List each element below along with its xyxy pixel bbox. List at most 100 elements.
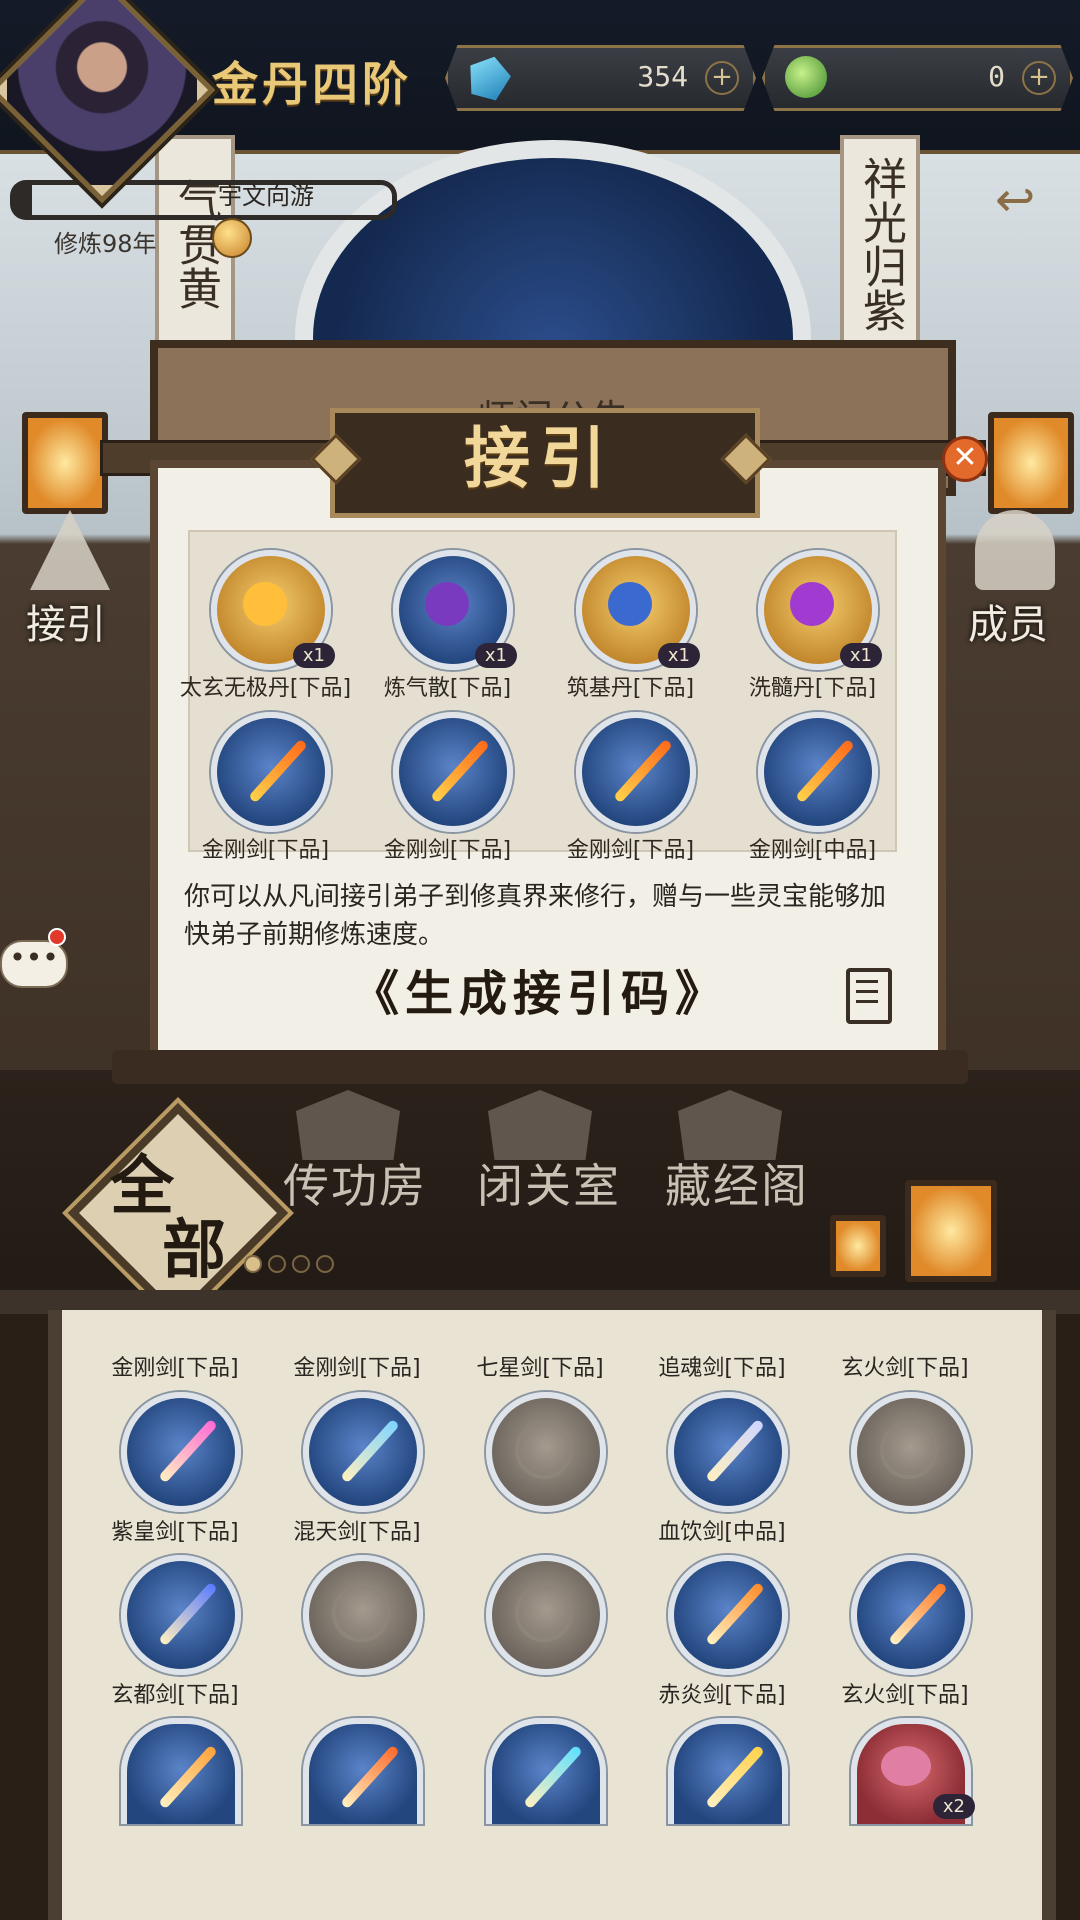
sword-icon bbox=[795, 738, 855, 804]
inventory-item[interactable] bbox=[668, 1555, 788, 1675]
reward-item[interactable]: x1 bbox=[576, 550, 700, 670]
hall-tab-biguan[interactable]: 闭关室 bbox=[477, 1150, 621, 1216]
rank-title: 金丹四阶 bbox=[212, 57, 412, 111]
reward-label: 炼气散[下品] bbox=[383, 676, 512, 701]
inventory-item[interactable] bbox=[486, 1392, 606, 1512]
sword-icon bbox=[340, 1744, 400, 1810]
inventory-label: 混天剑[下品] bbox=[293, 1520, 421, 1545]
inventory-item[interactable] bbox=[486, 1718, 606, 1824]
hall-tab-chuangong[interactable]: 传功房 bbox=[283, 1150, 427, 1216]
inventory-label: 金刚剑[下品] bbox=[293, 1356, 421, 1381]
document-icon[interactable] bbox=[846, 968, 892, 1024]
jade-token-icon bbox=[785, 56, 827, 98]
page-dot[interactable] bbox=[268, 1255, 286, 1273]
reward-label: 洗髓丹[下品] bbox=[748, 676, 877, 701]
lantern-icon bbox=[830, 1215, 886, 1277]
jade-amount: 0 bbox=[988, 60, 1005, 93]
inventory-label: 血饮剑[中品] bbox=[658, 1520, 786, 1545]
banner-right: 祥光归紫 bbox=[840, 135, 920, 353]
chat-button[interactable]: ••• bbox=[0, 940, 68, 988]
inventory-item[interactable] bbox=[303, 1718, 423, 1824]
inventory-item[interactable] bbox=[851, 1555, 971, 1675]
golden-orb-icon bbox=[212, 218, 252, 258]
count-badge: x1 bbox=[292, 643, 335, 668]
members-icon[interactable] bbox=[975, 510, 1055, 590]
inventory-item[interactable] bbox=[851, 1392, 971, 1512]
sword-icon bbox=[705, 1418, 765, 1484]
jade-resource: 0 + bbox=[762, 45, 1073, 111]
sword-icon bbox=[430, 738, 490, 804]
sword-icon bbox=[888, 1581, 948, 1647]
reward-item[interactable]: x1 bbox=[758, 550, 882, 670]
all-label-2: 部 bbox=[162, 1213, 226, 1288]
sword-icon bbox=[705, 1744, 765, 1810]
gem-amount: 354 bbox=[637, 60, 688, 93]
gem-resource: 354 + bbox=[445, 45, 756, 111]
flower-icon bbox=[881, 1746, 931, 1786]
notification-dot bbox=[48, 928, 66, 946]
lantern-icon bbox=[905, 1180, 997, 1282]
swirl-icon bbox=[515, 1584, 573, 1642]
count-badge: x2 bbox=[932, 1794, 975, 1819]
reward-label: 金刚剑[下品] bbox=[566, 838, 695, 863]
inventory-item[interactable] bbox=[303, 1392, 423, 1512]
modal-description: 你可以从凡间接引弟子到修真界来修行，赠与一些灵宝能够加快弟子前期修炼速度。 bbox=[184, 882, 887, 950]
swirl-icon bbox=[515, 1421, 573, 1479]
tab-all[interactable]: 全 部 bbox=[100, 1135, 260, 1295]
inventory-item[interactable] bbox=[668, 1392, 788, 1512]
sword-icon bbox=[158, 1418, 218, 1484]
reward-label: 筑基丹[下品] bbox=[566, 676, 695, 701]
scroll-rod bbox=[112, 1050, 968, 1084]
inventory-item[interactable] bbox=[121, 1555, 241, 1675]
back-arrow-icon[interactable]: ↩ bbox=[995, 176, 1051, 224]
reward-item[interactable] bbox=[758, 712, 878, 832]
inventory-label: 金刚剑[下品] bbox=[111, 1356, 239, 1381]
add-jade-button[interactable]: + bbox=[1022, 61, 1056, 95]
page-dot[interactable] bbox=[292, 1255, 310, 1273]
cultivation-years: 修炼98年 bbox=[54, 230, 157, 258]
hall-tab-cangjing[interactable]: 藏经阁 bbox=[665, 1150, 809, 1216]
inventory-item[interactable] bbox=[668, 1718, 788, 1824]
reward-label: 金刚剑[下品] bbox=[383, 838, 512, 863]
sword-icon bbox=[248, 738, 308, 804]
sword-icon bbox=[523, 1744, 583, 1810]
sword-icon bbox=[158, 1581, 218, 1647]
inventory-label: 玄火剑[下品] bbox=[841, 1356, 969, 1381]
reward-item[interactable] bbox=[393, 712, 513, 832]
reward-item[interactable]: x1 bbox=[393, 550, 517, 670]
reward-item[interactable]: x1 bbox=[211, 550, 335, 670]
count-badge: x1 bbox=[474, 643, 517, 668]
reward-item[interactable] bbox=[211, 712, 331, 832]
members-button[interactable]: 成员 bbox=[968, 592, 1048, 650]
inventory-item[interactable] bbox=[486, 1555, 606, 1675]
inventory-item[interactable] bbox=[121, 1392, 241, 1512]
reward-item[interactable] bbox=[576, 712, 696, 832]
count-badge: x1 bbox=[657, 643, 700, 668]
blue-gem-icon bbox=[463, 51, 514, 102]
recruit-button[interactable]: 接引 bbox=[26, 592, 106, 650]
sword-icon bbox=[158, 1744, 218, 1810]
pill-icon bbox=[790, 582, 834, 626]
modal-title: 接引 bbox=[464, 419, 616, 497]
close-button[interactable]: ✕ bbox=[942, 436, 988, 482]
sword-icon bbox=[613, 738, 673, 804]
inventory-label: 七星剑[下品] bbox=[476, 1356, 604, 1381]
inventory-item[interactable] bbox=[303, 1555, 423, 1675]
page-dot[interactable] bbox=[316, 1255, 334, 1273]
reward-label: 太玄无极丹[下品] bbox=[179, 676, 352, 701]
add-gem-button[interactable]: + bbox=[705, 61, 739, 95]
inventory-label: 玄火剑[下品] bbox=[841, 1683, 969, 1708]
lantern-icon bbox=[22, 412, 108, 514]
sword-icon bbox=[340, 1418, 400, 1484]
player-name: 宇文向游 bbox=[218, 182, 314, 210]
page-dot[interactable] bbox=[244, 1255, 262, 1273]
inventory-label: 玄都剑[下品] bbox=[111, 1683, 239, 1708]
pill-icon bbox=[243, 582, 287, 626]
inventory-label: 紫皇剑[下品] bbox=[111, 1520, 239, 1545]
inventory-item[interactable]: x2 bbox=[851, 1718, 975, 1824]
pill-icon bbox=[425, 582, 469, 626]
swirl-icon bbox=[332, 1584, 390, 1642]
generate-code-button[interactable]: 《生成接引码》 bbox=[350, 962, 730, 1026]
sword-icon bbox=[705, 1581, 765, 1647]
inventory-item[interactable] bbox=[121, 1718, 241, 1824]
